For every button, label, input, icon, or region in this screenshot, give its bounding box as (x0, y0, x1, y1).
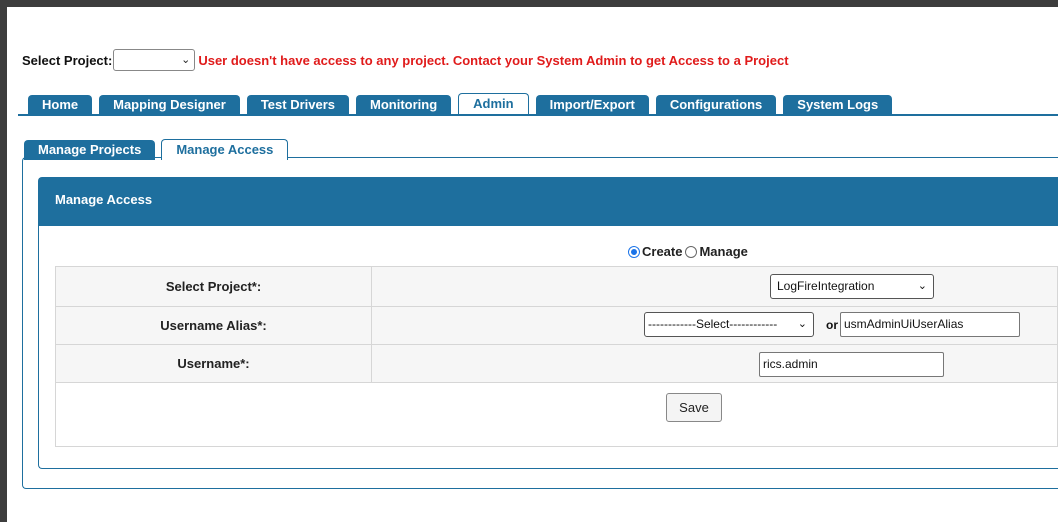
main-tab-bar: Home Mapping Designer Test Drivers Monit… (28, 93, 899, 115)
username-input[interactable]: rics.admin (759, 352, 944, 377)
form-row-username: Username*: rics.admin (55, 344, 1058, 383)
select-project-field-cell: LogFireIntegration ⌄ (371, 266, 1058, 307)
project-select[interactable]: ⌄ (113, 49, 196, 71)
tab-import-export[interactable]: Import/Export (535, 95, 649, 115)
username-field-cell: rics.admin (371, 344, 1058, 383)
panel-title: Manage Access (39, 178, 1058, 226)
access-form-table: Select Project*: LogFireIntegration ⌄ Us… (55, 266, 1058, 447)
window-frame-top (0, 0, 1058, 7)
admin-sub-tab-bar: Manage Projects Manage Access (24, 138, 294, 160)
tab-monitoring[interactable]: Monitoring (356, 95, 452, 115)
project-selector-bar: Select Project: ⌄ User doesn't have acce… (22, 48, 789, 72)
project-dropdown[interactable]: LogFireIntegration ⌄ (770, 274, 934, 299)
form-row-project: Select Project*: LogFireIntegration ⌄ (55, 266, 1058, 307)
create-radio-label[interactable]: Create (642, 244, 682, 259)
actions-cell: Save (55, 382, 1058, 447)
tab-configurations[interactable]: Configurations (655, 95, 777, 115)
window-frame-left (0, 0, 7, 522)
mode-radio-group: Create Manage (628, 244, 751, 259)
tab-manage-projects[interactable]: Manage Projects (24, 140, 156, 160)
chevron-down-icon: ⌄ (181, 54, 191, 66)
form-row-actions: Save (55, 382, 1058, 447)
username-field-label: Username*: (55, 344, 372, 383)
select-project-field-label: Select Project*: (55, 266, 372, 307)
alias-dropdown[interactable]: ------------Select------------ ⌄ (644, 312, 814, 337)
chevron-down-icon: ⌄ (917, 280, 927, 292)
no-access-error-message: User doesn't have access to any project.… (198, 52, 789, 68)
tab-test-drivers[interactable]: Test Drivers (246, 95, 349, 115)
form-row-alias: Username Alias*: ------------Select-----… (55, 306, 1058, 345)
username-alias-field-cell: ------------Select------------ ⌄ or usmA… (371, 306, 1058, 345)
alias-dropdown-value: ------------Select------------ (648, 317, 778, 331)
select-project-label: Select Project: (22, 52, 113, 68)
chevron-down-icon: ⌄ (797, 318, 807, 330)
tab-manage-access[interactable]: Manage Access (161, 139, 289, 160)
create-radio[interactable] (628, 245, 640, 258)
save-button[interactable]: Save (666, 393, 722, 422)
tab-home[interactable]: Home (28, 95, 93, 115)
alias-text-input[interactable]: usmAdminUiUserAlias (840, 312, 1020, 337)
manage-radio[interactable] (685, 245, 698, 258)
username-alias-field-label: Username Alias*: (55, 306, 372, 345)
manage-radio-label[interactable]: Manage (699, 244, 747, 259)
main-tab-divider (18, 114, 1058, 116)
tab-mapping-designer[interactable]: Mapping Designer (99, 95, 240, 115)
tab-system-logs[interactable]: System Logs (783, 95, 893, 115)
or-label: or (826, 318, 838, 332)
project-dropdown-value: LogFireIntegration (777, 279, 875, 293)
tab-admin[interactable]: Admin (458, 93, 529, 115)
